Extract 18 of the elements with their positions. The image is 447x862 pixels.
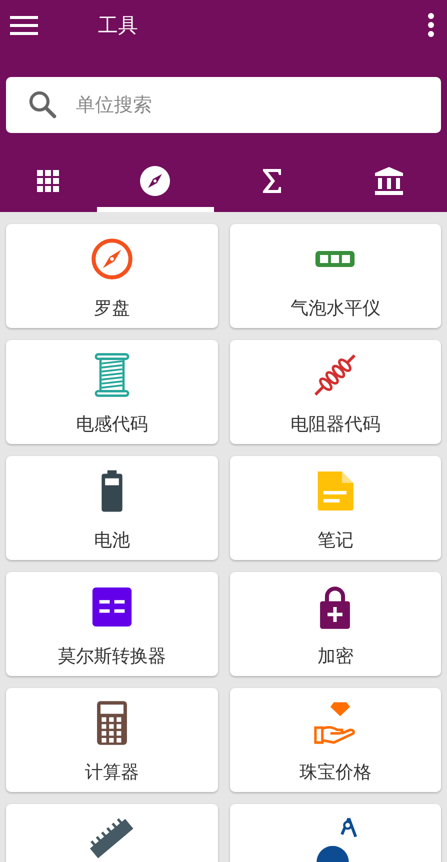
bank-icon [374, 166, 404, 196]
tool-card[interactable]: 计算器 [6, 688, 218, 792]
tool-card[interactable]: 珠宝价格 [230, 688, 441, 792]
app-title: 工具 [98, 12, 138, 38]
tool-card[interactable]: 电池 [6, 456, 218, 560]
tool-card[interactable]: 气泡水平仪 [230, 224, 441, 328]
more-icon[interactable] [427, 13, 435, 37]
apps-icon [36, 168, 60, 192]
search-field[interactable]: 单位搜索 [6, 77, 441, 133]
sigma-icon [262, 168, 282, 194]
tool-card[interactable]: 电阻器代码 [230, 340, 441, 444]
tool-card[interactable]: 莫尔斯转换器 [6, 572, 218, 676]
tool-card[interactable]: 加密 [230, 572, 441, 676]
compass-icon [140, 166, 170, 196]
menu-icon[interactable] [10, 15, 38, 35]
tool-card[interactable]: 笔记 [230, 456, 441, 560]
tool-card[interactable]: 电感代码 [6, 340, 218, 444]
tool-card[interactable]: 罗盘 [6, 224, 218, 328]
